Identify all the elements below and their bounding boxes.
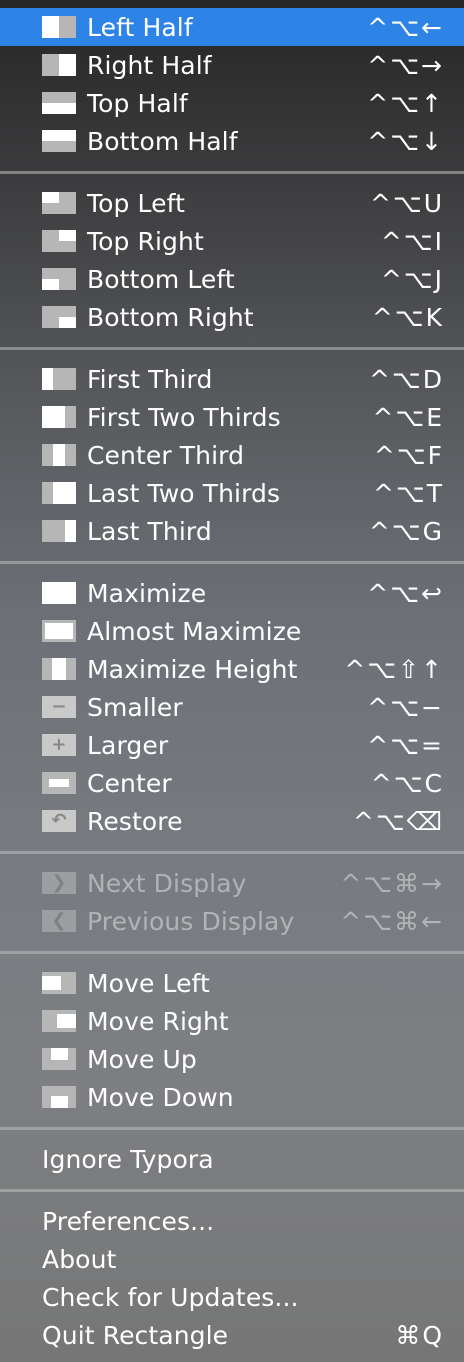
menu-item-top-half[interactable]: Top Half ^⌥↑ bbox=[0, 84, 464, 122]
menu-item-maximize-height[interactable]: Maximize Height ^⌥⇧↑ bbox=[0, 650, 464, 688]
menu-item-shortcut: ^⌥− bbox=[367, 692, 444, 722]
larger-icon: + bbox=[42, 734, 76, 756]
first-third-icon bbox=[42, 368, 76, 390]
menu-item-shortcut: ^⌥⌘← bbox=[340, 906, 444, 936]
menu-item-label: Quit Rectangle bbox=[42, 1320, 229, 1350]
menu-item-last-two-thirds[interactable]: Last Two Thirds ^⌥T bbox=[0, 474, 464, 512]
menu-separator bbox=[0, 336, 464, 360]
menu-separator bbox=[0, 550, 464, 574]
menu-item-label: Move Right bbox=[87, 1006, 229, 1036]
center-icon bbox=[42, 772, 76, 794]
menu-item-center-third[interactable]: Center Third ^⌥F bbox=[0, 436, 464, 474]
menu-separator bbox=[0, 1178, 464, 1202]
menu-item-move-right[interactable]: Move Right bbox=[0, 1002, 464, 1040]
menu-separator bbox=[0, 1116, 464, 1140]
move-right-icon bbox=[42, 1010, 76, 1032]
menu-item-shortcut: ^⌥K bbox=[371, 302, 444, 332]
menu-item-move-left[interactable]: Move Left bbox=[0, 964, 464, 1002]
menu-item-larger[interactable]: + Larger ^⌥= bbox=[0, 726, 464, 764]
menu-separator bbox=[0, 160, 464, 184]
move-left-icon bbox=[42, 972, 76, 994]
menu-item-first-two-thirds[interactable]: First Two Thirds ^⌥E bbox=[0, 398, 464, 436]
menu-item-shortcut: ^⌥= bbox=[367, 730, 444, 760]
menu-item-maximize[interactable]: Maximize ^⌥↩ bbox=[0, 574, 464, 612]
menu-item-almost-maximize[interactable]: Almost Maximize bbox=[0, 612, 464, 650]
right-half-icon bbox=[42, 54, 76, 76]
menu-item-shortcut: ^⌥↩ bbox=[367, 578, 444, 608]
menu-item-shortcut: ^⌥I bbox=[380, 226, 444, 256]
menu-item-shortcut: ^⌥↑ bbox=[367, 88, 444, 118]
menu-item-bottom-left[interactable]: Bottom Left ^⌥J bbox=[0, 260, 464, 298]
menu-item-label: Move Up bbox=[87, 1044, 197, 1074]
menu-item-label: About bbox=[42, 1244, 117, 1274]
menu-item-top-left[interactable]: Top Left ^⌥U bbox=[0, 184, 464, 222]
menu-item-label: Ignore Typora bbox=[42, 1144, 214, 1174]
menu-item-shortcut: ^⌥→ bbox=[367, 50, 444, 80]
menu-item-shortcut: ^⌥⌘→ bbox=[340, 868, 444, 898]
previous-display-icon: ❮ bbox=[42, 910, 76, 932]
menu-item-top-right[interactable]: Top Right ^⌥I bbox=[0, 222, 464, 260]
next-display-icon: ❯ bbox=[42, 872, 76, 894]
menu-item-previous-display: ❮ Previous Display ^⌥⌘← bbox=[0, 902, 464, 940]
center-third-icon bbox=[42, 444, 76, 466]
top-left-icon bbox=[42, 192, 76, 214]
menu-item-shortcut: ^⌥J bbox=[380, 264, 444, 294]
menu-item-move-down[interactable]: Move Down bbox=[0, 1078, 464, 1116]
menu-item-right-half[interactable]: Right Half ^⌥→ bbox=[0, 46, 464, 84]
menu-item-shortcut: ^⌥C bbox=[370, 768, 444, 798]
menu-item-bottom-half[interactable]: Bottom Half ^⌥↓ bbox=[0, 122, 464, 160]
menu-item-preferences[interactable]: Preferences... bbox=[0, 1202, 464, 1240]
menu-item-check-for-updates[interactable]: Check for Updates... bbox=[0, 1278, 464, 1316]
menu-item-label: Move Left bbox=[87, 968, 210, 998]
menu-item-move-up[interactable]: Move Up bbox=[0, 1040, 464, 1078]
move-down-icon bbox=[42, 1086, 76, 1108]
bottom-half-icon bbox=[42, 130, 76, 152]
maximize-height-icon bbox=[42, 658, 76, 680]
menu-item-label: Preferences... bbox=[42, 1206, 215, 1236]
menu-item-shortcut: ^⌥D bbox=[368, 364, 444, 394]
menu-item-label: Almost Maximize bbox=[87, 616, 302, 646]
left-half-icon bbox=[42, 16, 76, 38]
menu-item-center[interactable]: Center ^⌥C bbox=[0, 764, 464, 802]
menu-item-shortcut: ^⌥⌫ bbox=[352, 806, 444, 836]
menu-item-shortcut: ^⌥E bbox=[372, 402, 444, 432]
menu-item-shortcut: ^⌥⇧↑ bbox=[344, 654, 444, 684]
menu-item-shortcut: ⌘Q bbox=[395, 1320, 444, 1350]
top-half-icon bbox=[42, 92, 76, 114]
menu-item-shortcut: ^⌥F bbox=[373, 440, 444, 470]
top-right-icon bbox=[42, 230, 76, 252]
almost-maximize-icon bbox=[42, 620, 76, 642]
menu-separator bbox=[0, 840, 464, 864]
menu-item-restore[interactable]: ↶ Restore ^⌥⌫ bbox=[0, 802, 464, 840]
menu-item-shortcut: ^⌥U bbox=[369, 188, 444, 218]
menu-item-bottom-right[interactable]: Bottom Right ^⌥K bbox=[0, 298, 464, 336]
maximize-icon bbox=[42, 582, 76, 604]
smaller-icon: − bbox=[42, 696, 76, 718]
menu-item-left-half[interactable]: Left Half ^⌥← bbox=[0, 8, 464, 46]
menu-item-quit-rectangle[interactable]: Quit Rectangle ⌘Q bbox=[0, 1316, 464, 1354]
menu-item-shortcut: ^⌥G bbox=[368, 516, 444, 546]
last-two-thirds-icon bbox=[42, 482, 76, 504]
menu-item-last-third[interactable]: Last Third ^⌥G bbox=[0, 512, 464, 550]
move-up-icon bbox=[42, 1048, 76, 1070]
menu-item-shortcut: ^⌥↓ bbox=[367, 126, 444, 156]
bottom-right-icon bbox=[42, 306, 76, 328]
last-third-icon bbox=[42, 520, 76, 542]
menu-item-first-third[interactable]: First Third ^⌥D bbox=[0, 360, 464, 398]
menu-item-label: Check for Updates... bbox=[42, 1282, 299, 1312]
menu-item-about[interactable]: About bbox=[0, 1240, 464, 1278]
menu-item-next-display: ❯ Next Display ^⌥⌘→ bbox=[0, 864, 464, 902]
restore-icon: ↶ bbox=[42, 810, 76, 832]
menu-item-shortcut: ^⌥← bbox=[367, 12, 444, 42]
menu-item-ignore-typora[interactable]: Ignore Typora bbox=[0, 1140, 464, 1178]
menu-separator bbox=[0, 940, 464, 964]
menu-item-label: Move Down bbox=[87, 1082, 234, 1112]
menu-item-smaller[interactable]: − Smaller ^⌥− bbox=[0, 688, 464, 726]
bottom-left-icon bbox=[42, 268, 76, 290]
first-two-thirds-icon bbox=[42, 406, 76, 428]
rectangle-menu: Left Half ^⌥← Right Half ^⌥→ Top Half ^⌥↑ Bott… bbox=[0, 0, 464, 1362]
menu-item-shortcut: ^⌥T bbox=[372, 478, 444, 508]
